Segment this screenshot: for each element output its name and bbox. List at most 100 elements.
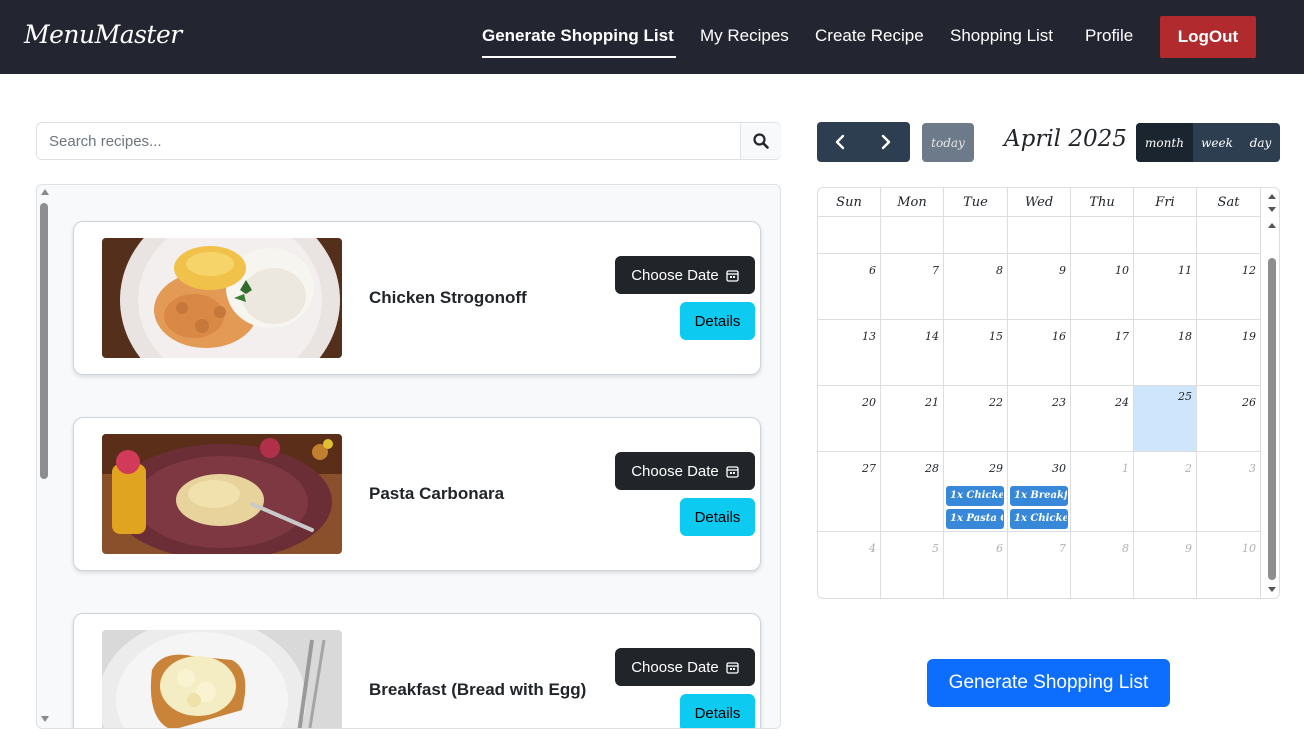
scroll-down-arrow-icon[interactable] — [1268, 207, 1276, 212]
calendar-day-cell[interactable] — [881, 217, 944, 253]
recipe-list[interactable]: Chicken Strogonoff Choose Date Details P… — [36, 184, 781, 729]
calendar-day-number: 3 — [1249, 462, 1256, 475]
choose-date-button[interactable]: Choose Date — [615, 452, 755, 490]
calendar-day-cell[interactable]: 19 — [1197, 320, 1261, 385]
calendar-day-cell[interactable]: 15 — [944, 320, 1008, 385]
calendar-day-cell[interactable]: 6 — [944, 532, 1008, 598]
calendar-day-cell[interactable] — [1197, 217, 1261, 253]
choose-date-button[interactable]: Choose Date — [615, 648, 755, 686]
nav-profile[interactable]: Profile — [1085, 26, 1133, 46]
calendar-day-cell[interactable]: 1 — [1071, 452, 1134, 531]
calendar-day-cell[interactable]: 16 — [1008, 320, 1071, 385]
recipe-name: Chicken Strogonoff — [369, 288, 527, 307]
scroll-down-arrow-icon[interactable] — [1268, 587, 1276, 592]
search-button[interactable] — [740, 123, 781, 159]
generate-shopping-list-button[interactable]: Generate Shopping List — [927, 659, 1170, 707]
calendar-event[interactable]: 1x Pasta Carbonara — [946, 509, 1004, 529]
calendar-event[interactable]: 1x Chicken Strogonoff — [946, 486, 1004, 506]
calendar-day-number: 28 — [925, 462, 939, 475]
calendar-day-number: 20 — [862, 396, 876, 409]
calendar-day-cell[interactable]: 3 — [1197, 452, 1261, 531]
calendar-day-number: 7 — [932, 264, 939, 277]
nav-my-recipes[interactable]: My Recipes — [700, 26, 789, 46]
search-input[interactable] — [37, 123, 740, 159]
recipe-card: Breakfast (Bread with Egg) Choose Date D… — [73, 613, 761, 728]
calendar-day-cell[interactable]: 27 — [818, 452, 881, 531]
nav-generate-shopping-list[interactable]: Generate Shopping List — [482, 26, 674, 46]
choose-date-label: Choose Date — [631, 658, 719, 676]
today-button[interactable]: today — [922, 123, 974, 162]
scrollbar-thumb[interactable] — [1268, 258, 1276, 580]
calendar-month-grid[interactable]: Sun Mon Tue Wed Thu Fri Sat 6 7 8 9 10 11 12 13 14 15 16… — [817, 187, 1280, 599]
calendar-day-number: 21 — [925, 396, 939, 409]
calendar-day-cell[interactable]: 10 — [1197, 532, 1261, 598]
details-button[interactable]: Details — [680, 498, 755, 536]
calendar-week-row: 6 7 8 9 10 11 12 — [818, 254, 1261, 320]
calendar-day-cell[interactable]: 26 — [1197, 386, 1261, 451]
calendar-day-cell[interactable]: 28 — [881, 452, 944, 531]
calendar-day-number: 18 — [1178, 330, 1192, 343]
calendar-day-cell[interactable] — [1134, 217, 1197, 253]
scroll-up-arrow-icon[interactable] — [1268, 223, 1276, 228]
calendar-day-number: 19 — [1242, 330, 1256, 343]
calendar-day-cell[interactable] — [944, 217, 1008, 253]
calendar-day-cell[interactable]: 23 — [1008, 386, 1071, 451]
calendar-day-cell[interactable] — [1071, 217, 1134, 253]
scroll-up-arrow-icon[interactable] — [41, 189, 49, 195]
calendar-day-cell[interactable]: 17 — [1071, 320, 1134, 385]
calendar-day-cell[interactable]: 9 — [1008, 254, 1071, 319]
choose-date-button[interactable]: Choose Date — [615, 256, 755, 294]
recipe-list-scrollbar[interactable] — [37, 185, 53, 728]
view-month-button[interactable]: month — [1136, 123, 1193, 162]
logout-button[interactable]: LogOut — [1160, 16, 1256, 58]
calendar-day-cell[interactable] — [818, 217, 881, 253]
calendar-week-row: 27 28 29 1x Chicken Strogonoff 1x Pasta Carb… — [818, 452, 1261, 532]
scroll-down-arrow-icon[interactable] — [41, 716, 49, 722]
calendar-day-cell[interactable]: 2 — [1134, 452, 1197, 531]
calendar-day-today[interactable]: 25 — [1134, 386, 1197, 451]
calendar-day-number: 7 — [1059, 542, 1066, 555]
calendar-day-cell[interactable]: 12 — [1197, 254, 1261, 319]
calendar-day-cell[interactable]: 6 — [818, 254, 881, 319]
view-week-button[interactable]: week — [1193, 123, 1241, 162]
next-month-button[interactable] — [863, 122, 909, 162]
calendar-day-cell[interactable]: 7 — [1008, 532, 1071, 598]
calendar-day-cell[interactable]: 24 — [1071, 386, 1134, 451]
nav-create-recipe[interactable]: Create Recipe — [815, 26, 924, 46]
view-day-button[interactable]: day — [1241, 123, 1280, 162]
calendar-day-cell[interactable]: 8 — [1071, 532, 1134, 598]
calendar-day-cell[interactable]: 30 1x Breakfast (Bread with Egg) 1x Chicke… — [1008, 452, 1071, 531]
scroll-up-arrow-icon[interactable] — [1268, 194, 1276, 199]
calendar-day-cell[interactable]: 29 1x Chicken Strogonoff 1x Pasta Carbonar… — [944, 452, 1008, 531]
recipe-image-pasta-carbonara — [102, 434, 342, 554]
details-button[interactable]: Details — [680, 302, 755, 340]
calendar-day-cell[interactable]: 20 — [818, 386, 881, 451]
calendar-day-cell[interactable]: 10 — [1071, 254, 1134, 319]
nav-shopping-list[interactable]: Shopping List — [950, 26, 1053, 46]
brand-logo[interactable]: MenuMaster — [24, 20, 182, 49]
calendar-day-cell[interactable]: 18 — [1134, 320, 1197, 385]
calendar-day-cell[interactable]: 5 — [881, 532, 944, 598]
prev-month-button[interactable] — [817, 122, 863, 162]
calendar-event[interactable]: 1x Breakfast (Bread with Egg) — [1010, 486, 1068, 506]
calendar-day-cell[interactable]: 7 — [881, 254, 944, 319]
calendar-day-cell[interactable]: 8 — [944, 254, 1008, 319]
calendar-day-number: 14 — [925, 330, 939, 343]
calendar-scrollbar[interactable] — [1264, 188, 1279, 598]
calendar-day-number: 23 — [1052, 396, 1066, 409]
calendar-day-number: 11 — [1178, 264, 1192, 277]
calendar-day-cell[interactable]: 11 — [1134, 254, 1197, 319]
calendar-day-cell[interactable]: 13 — [818, 320, 881, 385]
calendar-event[interactable]: 1x Chicken Strogonoff — [1010, 509, 1068, 529]
calendar-day-cell[interactable]: 22 — [944, 386, 1008, 451]
calendar-day-cell[interactable] — [1008, 217, 1071, 253]
scrollbar-thumb[interactable] — [40, 203, 48, 479]
calendar-day-number: 9 — [1185, 542, 1192, 555]
calendar-day-cell[interactable]: 21 — [881, 386, 944, 451]
calendar-day-cell[interactable]: 4 — [818, 532, 881, 598]
active-nav-underline — [482, 56, 676, 58]
details-button[interactable]: Details — [680, 694, 755, 728]
calendar-week-row: 4 5 6 7 8 9 10 — [818, 532, 1261, 598]
calendar-day-cell[interactable]: 9 — [1134, 532, 1197, 598]
calendar-day-cell[interactable]: 14 — [881, 320, 944, 385]
